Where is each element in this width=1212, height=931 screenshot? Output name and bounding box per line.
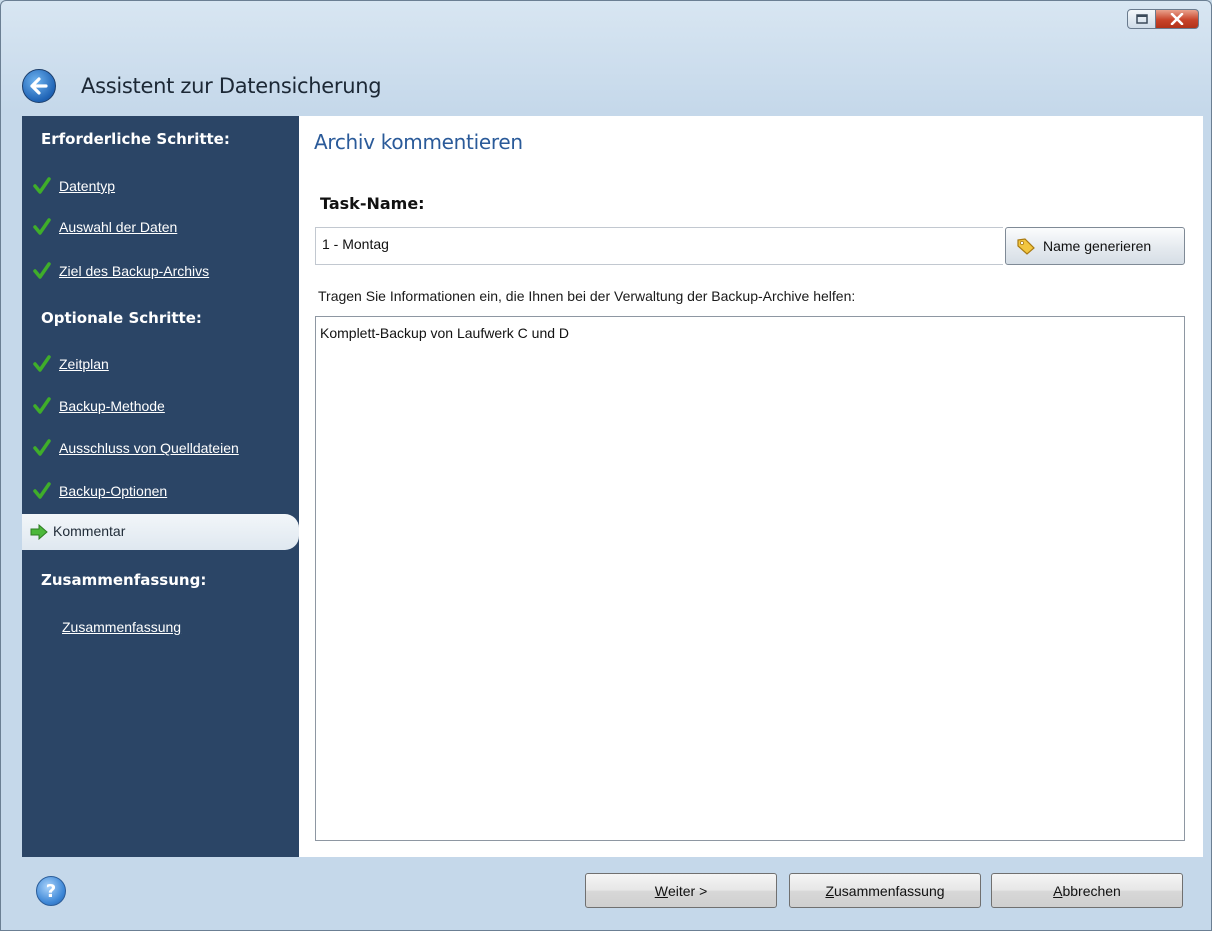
sidebar-item-ausschluss[interactable]: Ausschluss von Quelldateien (33, 439, 239, 457)
comment-instruction: Tragen Sie Informationen ein, die Ihnen … (318, 288, 856, 304)
checkmark-icon (33, 177, 51, 194)
task-name-label: Task-Name: (320, 194, 425, 213)
sidebar-item-label: Zusammenfassung (62, 619, 182, 635)
summary-label: usammenfassung (834, 882, 945, 899)
back-arrow-icon (30, 77, 48, 95)
checkmark-icon (33, 482, 51, 499)
caption-buttons (1127, 9, 1199, 29)
generate-name-label: Name generieren (1043, 238, 1152, 254)
sidebar-item-backup-methode[interactable]: Backup-Methode (33, 397, 165, 415)
task-name-input[interactable]: 1 - Montag (315, 227, 1003, 265)
sidebar-item-kommentar[interactable]: Kommentar (22, 514, 299, 550)
close-button[interactable] (1156, 9, 1199, 29)
sidebar-item-zusammenfassung[interactable]: Zusammenfassung (62, 619, 181, 635)
required-steps-heading: Erforderliche Schritte: (41, 130, 230, 148)
sidebar-item-label: Backup-Methode (59, 398, 165, 414)
checkmark-icon (33, 262, 51, 279)
sidebar-item-label: Zeitplan (59, 356, 109, 372)
main-panel: Archiv kommentieren Task-Name: 1 - Monta… (299, 116, 1203, 857)
optional-steps-heading: Optionale Schritte: (41, 309, 202, 327)
sidebar-item-auswahl[interactable]: Auswahl der Daten (33, 218, 177, 236)
restore-icon (1135, 14, 1148, 24)
sidebar-item-label: Backup-Optionen (59, 483, 168, 499)
next-mnemonic: W (654, 882, 668, 899)
wizard-window: Assistent zur Datensicherung Erforderlic… (0, 0, 1212, 931)
sidebar-item-label: Kommentar (53, 523, 126, 539)
sidebar-item-label: Ziel des Backup-Archivs (59, 263, 210, 279)
restore-button[interactable] (1127, 9, 1156, 29)
back-button[interactable] (22, 69, 56, 103)
checkmark-icon (33, 397, 51, 414)
checkmark-icon (33, 355, 51, 372)
sidebar-item-label: Datentyp (59, 178, 116, 194)
generate-name-button[interactable]: Name generieren (1005, 227, 1185, 265)
summary-button[interactable]: Zusammenfassung (789, 873, 981, 908)
footer-bar: ? Weiter > Zusammenfassung Abbrechen (1, 857, 1211, 930)
next-label: eiter > (667, 882, 708, 899)
checkmark-icon (33, 439, 51, 456)
window-title: Assistent zur Datensicherung (81, 74, 382, 98)
arrow-right-icon (30, 524, 48, 540)
cancel-mnemonic: A (1053, 882, 1063, 899)
tag-icon (1017, 238, 1035, 255)
sidebar-item-zeitplan[interactable]: Zeitplan (33, 355, 109, 373)
cancel-button[interactable]: Abbrechen (991, 873, 1183, 908)
summary-mnemonic: Z (825, 882, 835, 899)
help-icon[interactable]: ? (36, 876, 66, 906)
next-button[interactable]: Weiter > (585, 873, 777, 908)
sidebar-item-datentyp[interactable]: Datentyp (33, 177, 115, 195)
checkmark-icon (33, 218, 51, 235)
sidebar-item-label: Ausschluss von Quelldateien (59, 440, 239, 456)
sidebar-item-backup-optionen[interactable]: Backup-Optionen (33, 482, 167, 500)
comment-textarea[interactable]: Komplett-Backup von Laufwerk C und D (315, 316, 1185, 841)
sidebar-item-ziel[interactable]: Ziel des Backup-Archivs (33, 262, 209, 280)
close-icon (1170, 13, 1184, 25)
summary-heading: Zusammenfassung: (41, 571, 207, 589)
cancel-label: bbrechen (1062, 882, 1121, 899)
sidebar: Erforderliche Schritte: Datentyp Auswahl… (22, 116, 299, 857)
page-title: Archiv kommentieren (314, 130, 523, 154)
sidebar-item-label: Auswahl der Daten (59, 219, 178, 235)
